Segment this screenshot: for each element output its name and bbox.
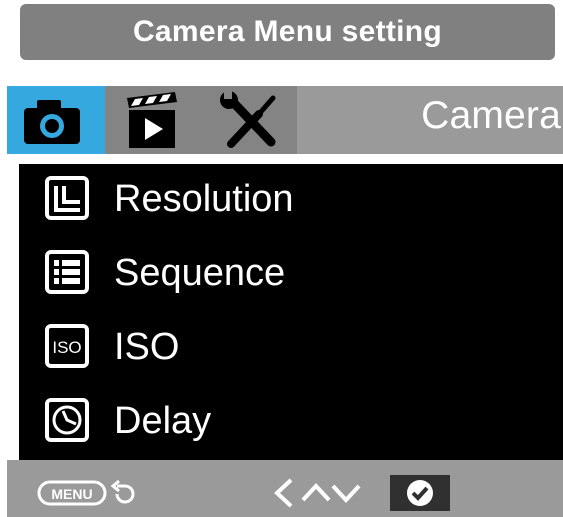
- down-chevron-icon: [331, 484, 361, 503]
- menu-item-sequence[interactable]: Sequence: [19, 238, 563, 308]
- tab-camera[interactable]: [7, 86, 105, 154]
- menu-item-resolution[interactable]: Resolution: [19, 164, 563, 234]
- menu-item-label: Sequence: [114, 252, 286, 294]
- tab-bar: Camera: [7, 86, 563, 154]
- camera-screen: Camera Resolution Sequence ISO ISO Delay…: [7, 86, 563, 517]
- menu-button-label: MENU: [51, 486, 92, 502]
- tab-setup[interactable]: [201, 86, 297, 154]
- resolution-icon: [45, 176, 89, 220]
- iso-icon-text: ISO: [52, 338, 81, 357]
- check-icon: [407, 480, 433, 506]
- menu-item-iso[interactable]: ISO ISO: [19, 312, 563, 382]
- wrench-screwdriver-icon: [220, 90, 276, 148]
- title-banner: Camera Menu setting: [20, 4, 555, 60]
- camera-icon: [24, 100, 80, 144]
- menu-item-delay[interactable]: Delay: [19, 386, 563, 456]
- clock-icon: [45, 398, 89, 442]
- active-tab-title: Camera: [421, 94, 561, 137]
- confirm-button[interactable]: [390, 475, 450, 511]
- button-hint-bar: MENU: [7, 460, 563, 517]
- iso-icon: ISO: [45, 324, 89, 368]
- clapperboard-icon: [127, 92, 177, 148]
- menu-item-label: Resolution: [114, 178, 294, 220]
- menu-list: Resolution Sequence ISO ISO Delay: [19, 164, 563, 462]
- banner-title: Camera Menu setting: [132, 15, 443, 48]
- sequence-icon: [45, 250, 89, 294]
- menu-button-icon[interactable]: MENU: [37, 480, 107, 506]
- tab-video[interactable]: [105, 86, 201, 154]
- back-arrow-icon: [110, 479, 135, 504]
- left-chevron-icon: [274, 478, 293, 508]
- menu-item-label: Delay: [114, 400, 212, 442]
- up-chevron-icon: [301, 483, 331, 502]
- menu-item-label: ISO: [114, 326, 180, 368]
